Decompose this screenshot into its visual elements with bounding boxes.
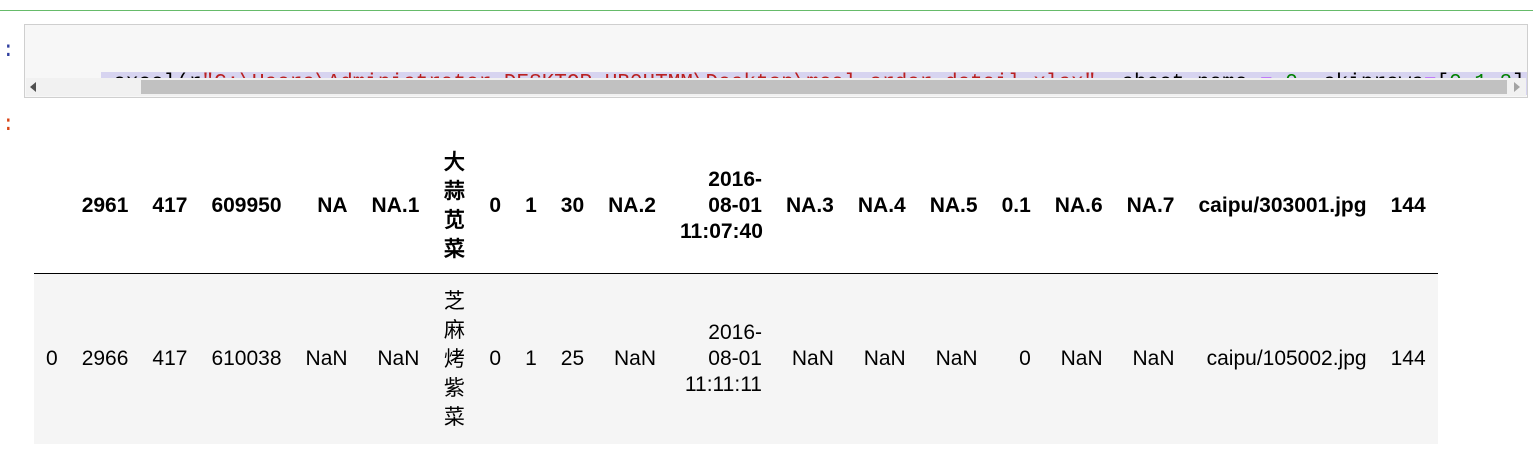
column-header-label: NA.5 — [929, 193, 978, 217]
cell-value: 2016-08-01 11:11:11 — [684, 321, 762, 396]
column-header: NA.2 — [596, 138, 668, 274]
column-header: 1 — [513, 138, 549, 274]
column-header-label: 2016-08-01 11:07:40 — [680, 167, 763, 243]
table-cell: 0 — [477, 273, 514, 444]
column-header-label: NA.6 — [1054, 193, 1103, 217]
column-header: NA.3 — [774, 138, 846, 274]
column-header: 144 — [1378, 138, 1438, 274]
cell-value: 144 — [1390, 347, 1426, 370]
row-index: 0 — [34, 273, 70, 444]
cell-value: NaN — [305, 347, 348, 370]
column-header-label: 609950 — [211, 193, 282, 217]
table-row: 0 2966 417 610038 NaN NaN 芝麻烤紫菜 0 1 25 NaN 2016-08-… — [34, 273, 1438, 444]
column-header: 609950 — [199, 138, 294, 274]
cell-value: NaN — [613, 347, 656, 370]
table-cell: caipu/105002.jpg — [1186, 273, 1379, 444]
cell-value: 1 — [525, 347, 537, 370]
table-cell: 2016-08-01 11:11:11 — [668, 273, 774, 444]
column-header-label: caipu/303001.jpg — [1198, 193, 1367, 217]
cell-value: 0 — [46, 347, 58, 370]
column-header-label: 大蒜苋菜 — [443, 150, 465, 261]
cell-value: NaN — [377, 347, 420, 370]
cell-value: NaN — [935, 347, 978, 370]
column-header-label: 144 — [1390, 193, 1426, 217]
column-header-label: NA.3 — [786, 193, 834, 217]
table-cell: 0 — [989, 273, 1043, 444]
column-header: NA.5 — [917, 138, 990, 274]
column-header-label: 1 — [525, 193, 537, 217]
cell-divider — [0, 10, 1533, 11]
cell-value: caipu/105002.jpg — [1206, 347, 1367, 370]
table-cell: NaN — [359, 273, 432, 444]
column-header-label: NA.7 — [1126, 193, 1175, 217]
scrollbar-thumb[interactable] — [141, 80, 1507, 94]
scroll-right-arrow-icon[interactable] — [1514, 82, 1520, 92]
column-header: NA — [293, 138, 360, 274]
cell-value: NaN — [863, 347, 906, 370]
cell-value: NaN — [1132, 347, 1175, 370]
column-header: 大蒜苋菜 — [431, 138, 478, 274]
table-cell: 1 — [513, 273, 549, 444]
table-cell: NaN — [596, 273, 668, 444]
column-header-label: NA — [317, 193, 348, 217]
cell-value: 芝麻烤紫菜 — [443, 289, 465, 429]
dataframe-table: 2961 417 609950 NA NA.1 大蒜苋菜 0 1 30 NA.2 2016-08-0… — [34, 138, 1438, 444]
column-header-label: NA.2 — [608, 193, 656, 217]
column-header: NA.7 — [1114, 138, 1187, 274]
column-header: caipu/303001.jpg — [1186, 138, 1379, 274]
cell-value: 0 — [489, 347, 502, 370]
code-line[interactable]: _excel(r"C:\Users\Administrator.DESKTOP-… — [25, 36, 1527, 95]
column-header: 2016-08-01 11:07:40 — [668, 138, 774, 274]
cell-value: NaN — [791, 347, 834, 370]
column-header: 0 — [477, 138, 514, 274]
table-cell: 2966 — [69, 273, 141, 444]
column-header-label: 0.1 — [1001, 193, 1031, 217]
table-cell: NaN — [293, 273, 360, 444]
column-header-label: 417 — [152, 193, 188, 217]
column-header: 2961 — [69, 138, 141, 274]
dataframe-output: 2961 417 609950 NA NA.1 大蒜苋菜 0 1 30 NA.2 2016-08-0… — [34, 138, 1517, 456]
table-cell: NaN — [917, 273, 990, 444]
table-cell: 芝麻烤紫菜 — [431, 273, 478, 444]
cell-value: 0 — [1019, 347, 1031, 370]
input-prompt: : — [2, 40, 15, 63]
horizontal-scrollbar[interactable] — [26, 78, 1526, 96]
cell-value: 25 — [560, 347, 585, 370]
table-cell: 144 — [1378, 273, 1438, 444]
notebook-page: : _excel(r"C:\Users\Administrator.DESKTO… — [0, 0, 1533, 456]
table-cell: NaN — [845, 273, 918, 444]
column-header: 417 — [140, 138, 200, 274]
column-header-label: 2961 — [81, 193, 129, 217]
column-header: NA.6 — [1042, 138, 1115, 274]
table-body: 0 2966 417 610038 NaN NaN 芝麻烤紫菜 0 1 25 NaN 2016-08-… — [34, 273, 1438, 444]
table-cell: NaN — [774, 273, 846, 444]
table-cell: NaN — [1114, 273, 1187, 444]
header-row: 2961 417 609950 NA NA.1 大蒜苋菜 0 1 30 NA.2 2016-08-0… — [34, 138, 1438, 274]
column-header-label: NA.4 — [857, 193, 906, 217]
column-header-label: 0 — [489, 193, 502, 217]
cell-value: 417 — [152, 347, 188, 370]
index-header — [34, 138, 70, 274]
cell-value: NaN — [1060, 347, 1103, 370]
column-header-label: NA.1 — [371, 193, 420, 217]
column-header: 30 — [548, 138, 597, 274]
table-cell: 417 — [140, 273, 200, 444]
code-editor[interactable]: _excel(r"C:\Users\Administrator.DESKTOP-… — [24, 24, 1528, 98]
column-header: NA.1 — [359, 138, 432, 274]
column-header: NA.4 — [845, 138, 918, 274]
output-prompt: : — [2, 114, 15, 137]
column-header: 0.1 — [989, 138, 1043, 274]
column-header-label: 30 — [560, 193, 585, 217]
table-cell: 610038 — [199, 273, 294, 444]
table-cell: 25 — [548, 273, 597, 444]
cell-value: 2966 — [81, 347, 129, 370]
scroll-left-arrow-icon[interactable] — [30, 82, 36, 92]
cell-value: 610038 — [211, 347, 282, 370]
table-cell: NaN — [1042, 273, 1115, 444]
